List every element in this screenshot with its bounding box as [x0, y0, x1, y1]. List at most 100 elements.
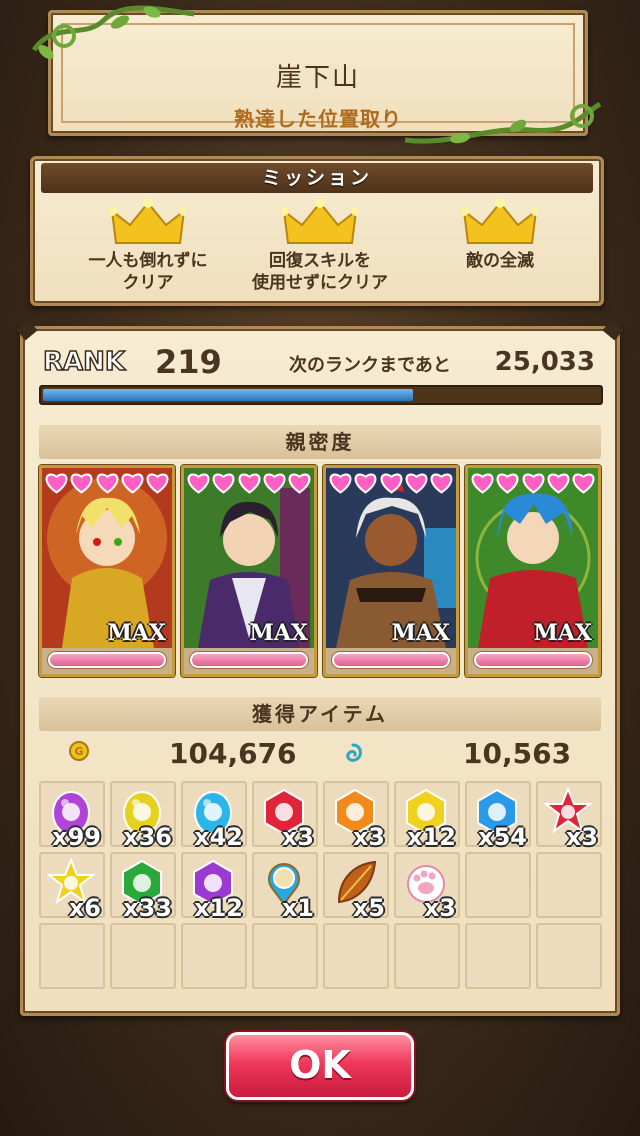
swirl-icon [346, 743, 362, 762]
mission-label-line1: 敵の全滅 [466, 251, 534, 271]
item-count: x6 [68, 894, 101, 922]
heart-icon [145, 470, 170, 494]
svg-text:G: G [74, 745, 83, 758]
rank-exp-bar [39, 385, 603, 405]
drop-slot[interactable]: x3 [536, 781, 602, 851]
ok-button[interactable]: OK [226, 1032, 414, 1100]
drop-slot [536, 923, 602, 989]
item-count: x12 [407, 823, 456, 851]
drops-header: 獲得アイテム [39, 697, 601, 731]
drop-slot[interactable]: x1 [252, 852, 318, 922]
drop-slot[interactable]: x5 [323, 852, 389, 922]
next-rank-label: 次のランクまであと [289, 355, 451, 376]
item-count: x3 [352, 823, 385, 851]
spirit-amount: 10,563 [463, 737, 572, 770]
item-count: x1 [281, 894, 314, 922]
bond-max-label: MAX [391, 620, 451, 646]
bond-max-label: MAX [249, 620, 309, 646]
drop-slot [181, 923, 247, 989]
vine-decoration-left-icon [31, 5, 195, 59]
mission-label-line1: 一人も倒れずに [88, 251, 208, 271]
mission-item: 敵の全滅 [415, 199, 585, 273]
drop-slot [252, 923, 318, 989]
rank-exp-fill [43, 389, 413, 401]
item-count: x36 [123, 823, 172, 851]
heart-icon [470, 470, 495, 494]
bond-hearts [44, 470, 170, 494]
drop-slot[interactable]: x54 [465, 781, 531, 851]
heart-icon [120, 470, 145, 494]
coin-icon: G [69, 741, 89, 761]
character-card[interactable]: MAX [39, 465, 175, 677]
drop-slot [536, 852, 602, 918]
heart-icon [495, 470, 520, 494]
crown-icon [110, 199, 186, 244]
heart-icon [328, 470, 353, 494]
mission-panel: ミッション 一人も倒れずに クリア 回復スキルを 使用せずにクリア 敵の全滅 [30, 156, 604, 306]
heart-icon [44, 470, 69, 494]
drop-slot[interactable]: x12 [181, 852, 247, 922]
next-rank-value: 25,033 [494, 347, 595, 377]
bond-gauge [332, 652, 450, 668]
heart-icon [69, 470, 94, 494]
bond-header: 親密度 [39, 425, 601, 459]
heart-icon [186, 470, 211, 494]
drop-slot[interactable]: x36 [110, 781, 176, 851]
character-card[interactable]: MAX [181, 465, 317, 677]
mission-item: 一人も倒れずに クリア [63, 199, 233, 293]
drop-slot[interactable]: x33 [110, 852, 176, 922]
drop-slot[interactable]: x3 [252, 781, 318, 851]
drop-slot[interactable]: x6 [39, 852, 105, 922]
heart-icon [404, 470, 429, 494]
heart-icon [262, 470, 287, 494]
item-count: x33 [123, 894, 172, 922]
rank-label: RANK [42, 346, 126, 378]
bond-max-label: MAX [533, 620, 593, 646]
bond-gauge [190, 652, 308, 668]
item-count: x3 [565, 823, 598, 851]
crown-icon [462, 199, 538, 244]
heart-icon [571, 470, 596, 494]
mission-item: 回復スキルを 使用せずにクリア [235, 199, 405, 293]
drop-slot [110, 923, 176, 989]
bond-hearts [470, 470, 596, 494]
crown-icon [282, 199, 358, 244]
drop-slot [465, 923, 531, 989]
character-card[interactable]: MAX [465, 465, 601, 677]
bond-gauge [474, 652, 592, 668]
corner-tape [602, 319, 624, 341]
drop-slot [39, 923, 105, 989]
result-panel: RANK 219 次のランクまであと 25,033 親密度 MAX MAX MA… [16, 319, 624, 1016]
mission-header: ミッション [41, 163, 593, 193]
heart-icon [379, 470, 404, 494]
mission-label-line1: 回復スキルを [269, 251, 371, 271]
character-card[interactable]: MAX [323, 465, 459, 677]
drop-slot[interactable]: x3 [323, 781, 389, 851]
bond-gauge [48, 652, 166, 668]
heart-icon [546, 470, 571, 494]
item-count: x5 [352, 894, 385, 922]
drop-slot[interactable]: x3 [394, 852, 460, 922]
drop-slot[interactable]: x12 [394, 781, 460, 851]
corner-tape [16, 319, 38, 341]
drop-slot [465, 852, 531, 918]
mission-label-line2: クリア [122, 273, 174, 293]
heart-icon [237, 470, 262, 494]
drop-slot[interactable]: x42 [181, 781, 247, 851]
drop-slot [394, 923, 460, 989]
heart-icon [95, 470, 120, 494]
item-count: x99 [52, 823, 101, 851]
item-count: x3 [281, 823, 314, 851]
item-count: x54 [478, 823, 527, 851]
bond-hearts [328, 470, 454, 494]
heart-icon [211, 470, 236, 494]
bond-hearts [186, 470, 312, 494]
drop-slot[interactable]: x99 [39, 781, 105, 851]
heart-icon [353, 470, 378, 494]
heart-icon [287, 470, 312, 494]
heart-icon [429, 470, 454, 494]
vine-decoration-right-icon [404, 101, 602, 144]
gold-amount: 104,676 [169, 737, 297, 770]
mission-label-line2: 使用せずにクリア [252, 273, 388, 293]
item-count: x12 [194, 894, 243, 922]
